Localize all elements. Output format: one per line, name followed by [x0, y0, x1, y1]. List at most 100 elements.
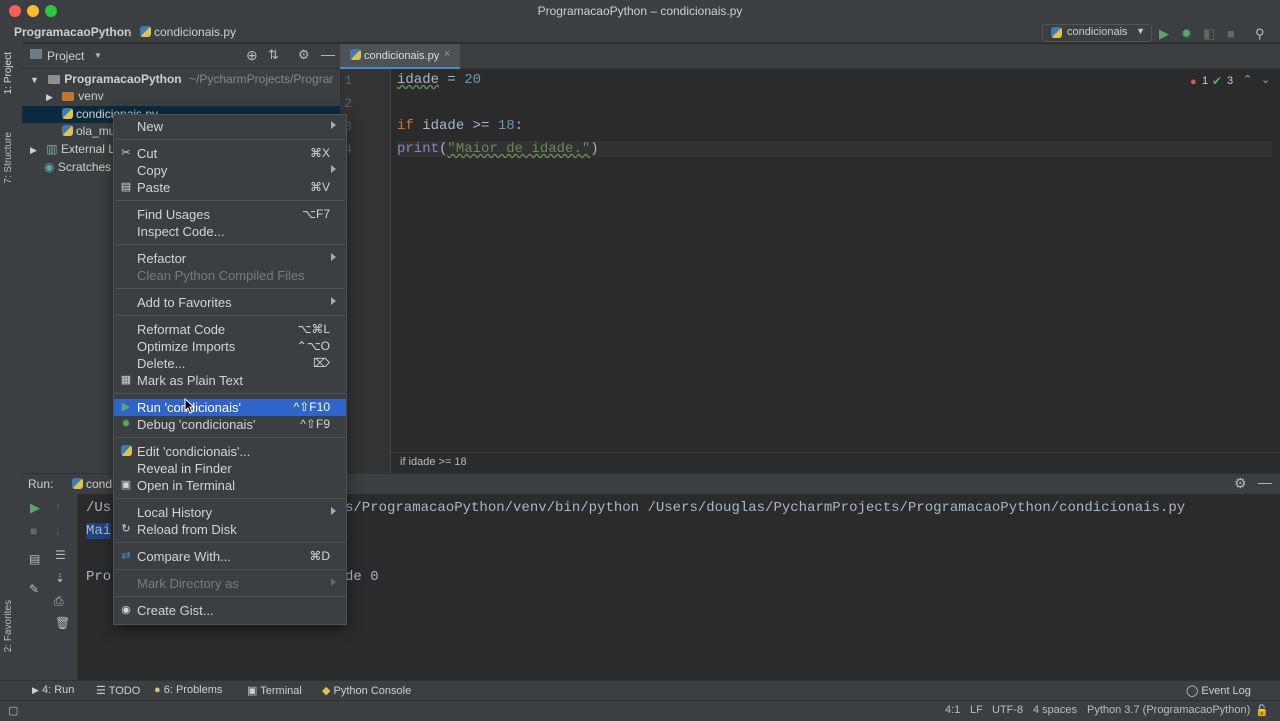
- nav-project[interactable]: ProgramacaoPython: [14, 25, 131, 39]
- line-separator[interactable]: LF: [970, 704, 983, 716]
- tool-button-label: Terminal: [260, 685, 302, 697]
- menu-item-compare-with[interactable]: ⇄ Compare With... ⌘D: [114, 548, 346, 565]
- menu-item-label: Reload from Disk: [137, 522, 237, 537]
- caret-position[interactable]: 4:1: [945, 704, 960, 716]
- tree-item-venv[interactable]: ▶ venv: [46, 89, 104, 103]
- menu-item-paste[interactable]: ▤ Paste ⌘V: [114, 179, 346, 196]
- code-token: ): [590, 141, 599, 157]
- submenu-arrow-icon: [331, 165, 336, 173]
- menu-item-reveal-in-finder[interactable]: Reveal in Finder: [114, 460, 346, 477]
- menu-separator: [115, 498, 345, 499]
- run-tab[interactable]: cond: [72, 477, 112, 491]
- coverage-icon[interactable]: ◧: [1203, 26, 1215, 42]
- menu-item-delete[interactable]: Delete... ⌦: [114, 355, 346, 372]
- nav-file[interactable]: condicionais.py: [140, 25, 236, 39]
- python-logo: [120, 445, 132, 456]
- structure-tool-button[interactable]: 7: Structure: [3, 132, 14, 184]
- rerun-icon[interactable]: ▶: [30, 500, 40, 516]
- soft-wrap-icon[interactable]: ☰: [55, 548, 66, 562]
- tool-button-run[interactable]: ▶ 4: Run: [32, 684, 74, 696]
- menu-item-label: Debug 'condicionais': [137, 417, 256, 432]
- menu-item-copy[interactable]: Copy: [114, 162, 346, 179]
- indent-setting[interactable]: 4 spaces: [1033, 704, 1077, 716]
- error-icon[interactable]: ●: [1190, 76, 1197, 88]
- menu-item-optimize-imports[interactable]: Optimize Imports ⌃⌥O: [114, 338, 346, 355]
- run-icon[interactable]: ▶: [1159, 26, 1169, 42]
- chevron-down-icon[interactable]: ⌄: [1261, 73, 1270, 86]
- layout-icon[interactable]: ▤: [29, 552, 40, 566]
- tree-root[interactable]: ▼ ProgramacaoPython ~/PycharmProjects/Pr…: [30, 72, 333, 86]
- tool-button-event-log[interactable]: ◯ Event Log: [1186, 684, 1251, 697]
- file-encoding[interactable]: UTF-8: [992, 704, 1023, 716]
- hide-panel-icon[interactable]: —: [321, 46, 335, 62]
- code-token: "Maior de idade.": [447, 141, 591, 157]
- tree-item-external-libraries[interactable]: ▶ ▥ External L: [30, 142, 115, 156]
- locate-file-icon[interactable]: ⊕: [246, 47, 258, 64]
- warning-icon[interactable]: ✔: [1212, 74, 1222, 88]
- stop-icon[interactable]: ■: [1227, 26, 1235, 41]
- arrow-up-icon[interactable]: ↑: [55, 500, 61, 514]
- code-editor[interactable]: idade = 20 if idade >= 18: print("Maior …: [391, 69, 1280, 473]
- menu-item-debug[interactable]: ✹ Debug 'condicionais' ^⇧F9: [114, 416, 346, 433]
- tree-item-label: venv: [78, 89, 104, 103]
- debug-icon[interactable]: ✹: [1181, 26, 1192, 42]
- trash-icon[interactable]: 🗑: [55, 616, 70, 630]
- search-everywhere-icon[interactable]: ⚲: [1255, 26, 1265, 42]
- menu-item-reload-from-disk[interactable]: ↻ Reload from Disk: [114, 521, 346, 538]
- python-file-icon: [62, 125, 73, 136]
- menu-item-reformat-code[interactable]: Reformat Code ⌥⌘L: [114, 321, 346, 338]
- menu-separator: [115, 437, 345, 438]
- gear-icon[interactable]: ⚙: [1234, 475, 1247, 492]
- toggle-tool-windows-icon[interactable]: ▢: [8, 704, 18, 717]
- chevron-right-icon: ▶: [46, 92, 53, 102]
- menu-item-shortcut: ⌘D: [309, 549, 330, 563]
- menu-item-run[interactable]: ▶ Run 'condicionais' ^⇧F10: [114, 399, 346, 416]
- warning-icon: ●: [154, 684, 161, 696]
- favorites-tool-button[interactable]: 2: Favorites: [3, 600, 14, 652]
- menu-item-mark-directory: Mark Directory as: [114, 575, 346, 592]
- menu-item-find-usages[interactable]: Find Usages ⌥F7: [114, 206, 346, 223]
- menu-item-open-in-terminal[interactable]: ▣ Open in Terminal: [114, 477, 346, 494]
- tool-button-python-console[interactable]: ◆ Python Console: [322, 684, 411, 697]
- close-icon[interactable]: ×: [444, 48, 450, 60]
- project-tool-button[interactable]: 1: Project: [3, 52, 14, 94]
- arrow-down-icon[interactable]: ↓: [55, 524, 61, 538]
- menu-item-create-gist[interactable]: ◉ Create Gist...: [114, 602, 346, 619]
- print-icon[interactable]: ⎙: [54, 594, 64, 609]
- console-line-2: Mai: [86, 523, 112, 539]
- python-icon: [72, 478, 83, 489]
- menu-item-inspect-code[interactable]: Inspect Code...: [114, 223, 346, 240]
- collapse-all-icon[interactable]: ⇅: [268, 47, 279, 63]
- project-panel-title[interactable]: Project: [47, 49, 84, 63]
- stop-icon[interactable]: ■: [30, 524, 37, 538]
- folder-icon: [48, 75, 61, 84]
- menu-separator: [115, 288, 345, 289]
- menu-item-refactor[interactable]: Refactor: [114, 250, 346, 267]
- menu-item-edit-config[interactable]: Edit 'condicionais'...: [114, 443, 346, 460]
- lock-icon[interactable]: 🔓: [1255, 704, 1269, 717]
- tree-item-scratches[interactable]: ◉ Scratches: [44, 160, 111, 174]
- chevron-up-icon[interactable]: ⌃: [1243, 73, 1252, 86]
- gear-icon[interactable]: ⚙: [298, 47, 310, 63]
- breadcrumb-item[interactable]: if idade >= 18: [400, 456, 467, 468]
- menu-item-new[interactable]: New: [114, 118, 346, 135]
- python-icon: [120, 445, 132, 457]
- terminal-icon: ▣: [120, 479, 132, 491]
- menu-item-shortcut: ^⇧F10: [293, 400, 330, 414]
- tool-button-todo[interactable]: ☰ TODO: [96, 684, 140, 697]
- menu-item-local-history[interactable]: Local History: [114, 504, 346, 521]
- python-interpreter[interactable]: Python 3.7 (ProgramacaoPython): [1087, 704, 1250, 716]
- pin-icon[interactable]: ✎: [29, 582, 39, 596]
- menu-item-label: Optimize Imports: [137, 339, 236, 354]
- tool-button-problems[interactable]: ● 6: Problems: [154, 684, 222, 696]
- chevron-down-icon[interactable]: ▼: [94, 51, 102, 60]
- run-configuration-select[interactable]: condicionais ▼: [1042, 24, 1152, 42]
- menu-item-cut[interactable]: ✂ Cut ⌘X: [114, 145, 346, 162]
- tool-button-terminal[interactable]: ▣ Terminal: [247, 684, 302, 697]
- menu-item-mark-plain-text[interactable]: ▦ Mark as Plain Text: [114, 372, 346, 389]
- menu-item-add-to-favorites[interactable]: Add to Favorites: [114, 294, 346, 311]
- tab-condicionais[interactable]: condicionais.py ×: [340, 44, 460, 69]
- scroll-to-end-icon[interactable]: ⇣: [55, 571, 65, 585]
- hide-panel-icon[interactable]: —: [1258, 474, 1272, 490]
- tree-item-ola-mundo[interactable]: ola_mu: [62, 124, 115, 138]
